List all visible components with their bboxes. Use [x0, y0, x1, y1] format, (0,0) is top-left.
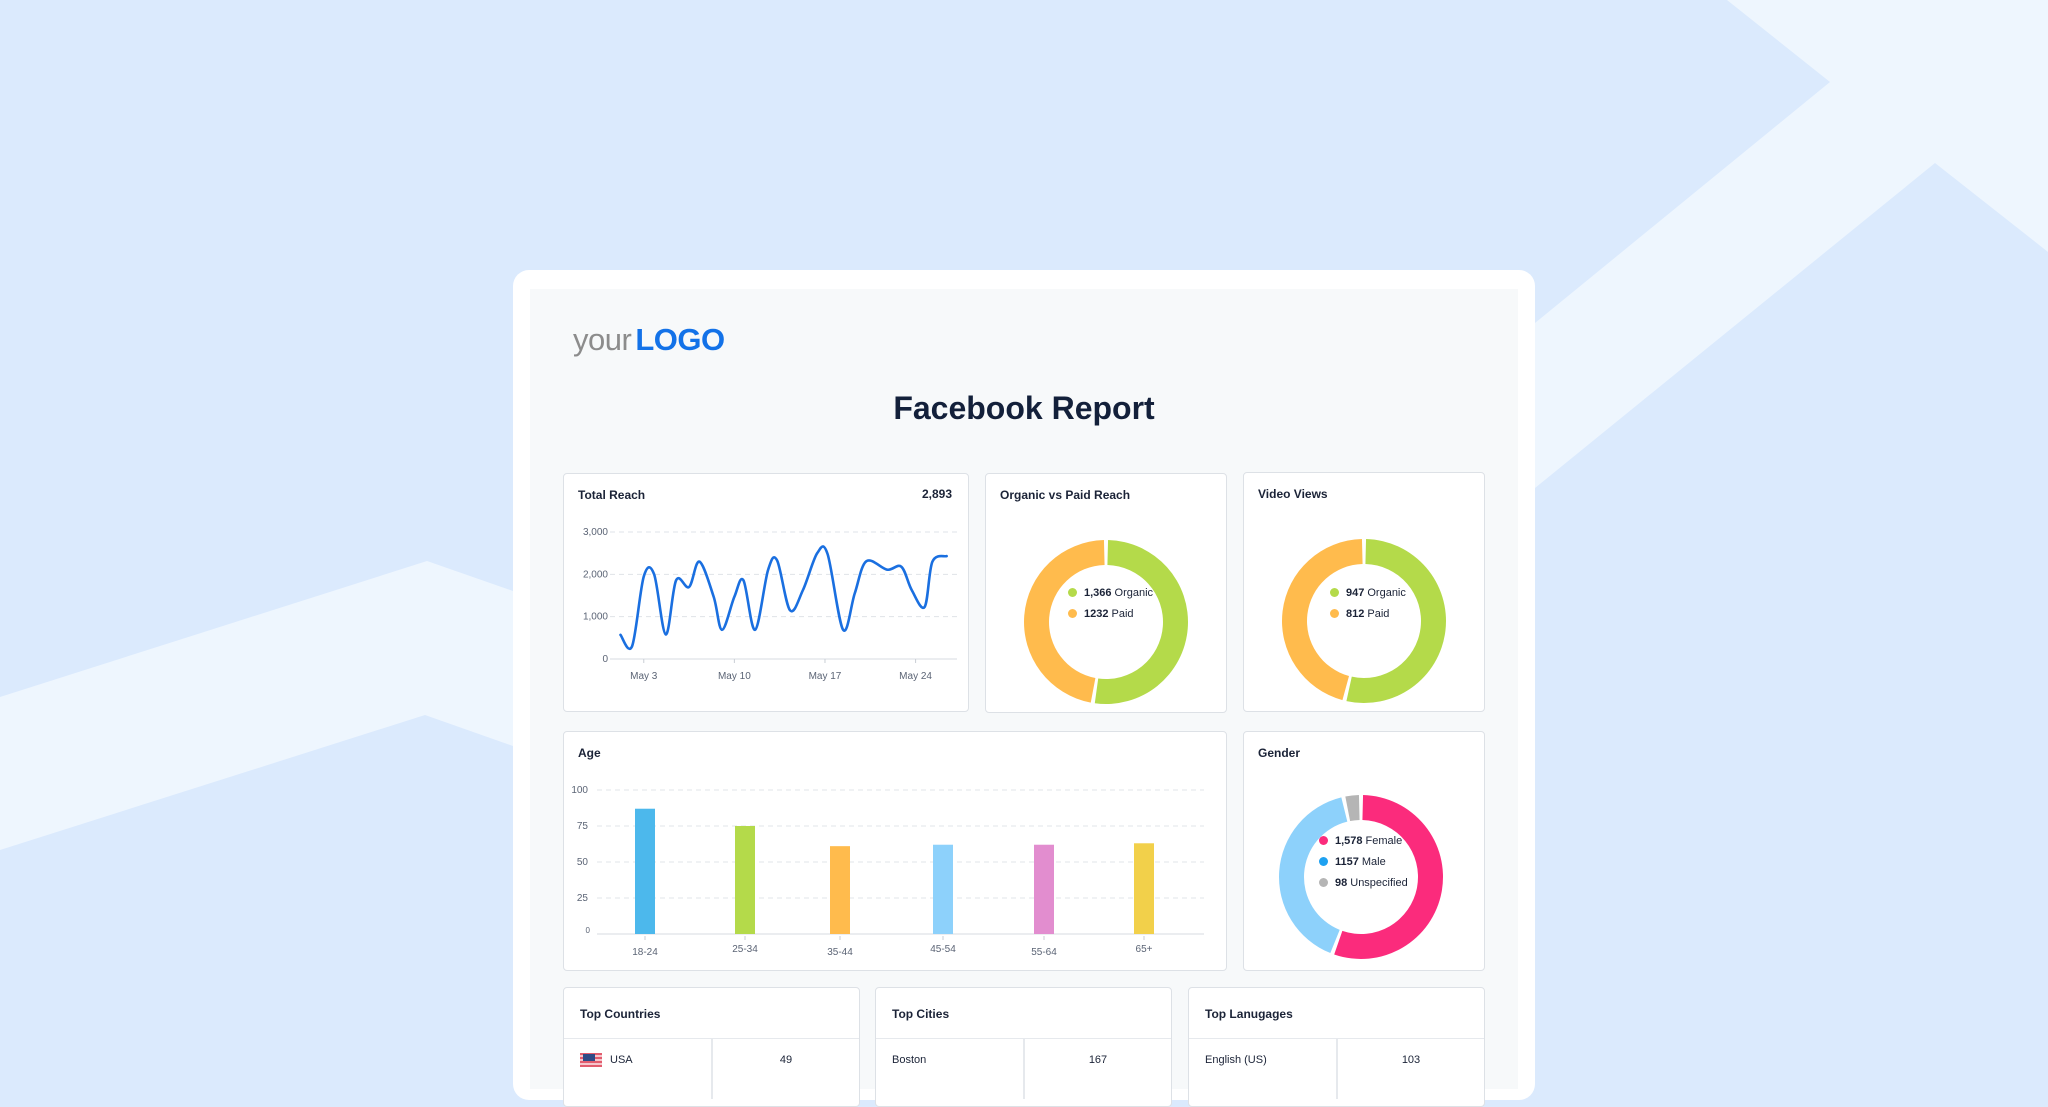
- bar-55-64: [1034, 845, 1054, 934]
- card-title: Top Countries: [580, 1007, 660, 1021]
- x-tick-label: 65+: [1136, 944, 1153, 955]
- bar-65+: [1134, 843, 1154, 934]
- x-tick-label: 18-24: [632, 947, 658, 958]
- legend-item-organic: 947Organic: [1330, 582, 1406, 603]
- unspecified-slice: [1345, 795, 1359, 821]
- paid-dot-icon: [1330, 609, 1339, 618]
- card-title: Age: [578, 746, 601, 760]
- y-tick-label: 25: [577, 893, 589, 904]
- logo: yourLOGO: [573, 322, 725, 358]
- legend: 1,578Female 1157Male 98Unspecified: [1319, 830, 1408, 893]
- organic-dot-icon: [1068, 588, 1077, 597]
- unspecified-dot-icon: [1319, 878, 1328, 887]
- total-reach-card: Total Reach 2,893 0 1,000 2,000 3,000 May 3 M…: [563, 473, 969, 712]
- table-row-name: USA: [580, 1040, 710, 1080]
- legend-item-unspecified: 98Unspecified: [1319, 872, 1408, 893]
- x-tick-label: May 10: [718, 671, 751, 682]
- table-row-name: English (US): [1205, 1040, 1335, 1080]
- x-tick-label: May 17: [809, 671, 842, 682]
- card-title: Total Reach: [578, 488, 645, 502]
- logo-your: your: [573, 322, 631, 357]
- y-tick-label: 2,000: [583, 569, 608, 580]
- y-tick-label: 1,000: [583, 612, 608, 623]
- table-row-name: Boston: [892, 1040, 1022, 1080]
- background-band-right: [1535, 0, 2048, 488]
- gender-card: Gender 1,578Female 1157Male 98Unspecifie…: [1243, 731, 1485, 971]
- x-tick-label: 25-34: [732, 944, 758, 955]
- card-title: Top Cities: [892, 1007, 949, 1021]
- table-header: Top Countries: [564, 988, 859, 1039]
- card-title: Gender: [1258, 746, 1300, 760]
- age-card: Age 0 25 50 75 100 18-24 25-34 35-44 45-54 55-64 6…: [563, 731, 1227, 971]
- background-band-left: [0, 561, 513, 850]
- table-row-value: 167: [1025, 1040, 1171, 1080]
- table-row-value: 103: [1338, 1040, 1484, 1080]
- legend-item-female: 1,578Female: [1319, 830, 1408, 851]
- x-tick-label: 45-54: [930, 944, 956, 955]
- legend: 1,366Organic 1232Paid: [1068, 582, 1153, 624]
- reach-series-line: [620, 546, 946, 648]
- table-row-value: 49: [713, 1040, 859, 1080]
- female-dot-icon: [1319, 836, 1328, 845]
- age-bar-chart: 0 25 50 75 100 18-24 25-34 35-44 45-54 55-64 65+: [564, 768, 1226, 968]
- report-title: Facebook Report: [530, 390, 1518, 427]
- table-header: Top Cities: [876, 988, 1171, 1039]
- y-tick-label: 100: [571, 785, 588, 796]
- logo-brand: LOGO: [635, 322, 724, 357]
- us-flag-icon: [580, 1053, 602, 1067]
- organic-vs-paid-card: Organic vs Paid Reach 1,366Organic 1232P…: [985, 473, 1227, 713]
- y-tick-label: 0: [602, 654, 608, 665]
- x-tick-label: 35-44: [827, 947, 853, 958]
- male-dot-icon: [1319, 857, 1328, 866]
- bar-35-44: [830, 846, 850, 934]
- y-tick-label: 0: [586, 926, 591, 935]
- legend-item-paid: 812Paid: [1330, 603, 1406, 624]
- x-tick-label: 55-64: [1031, 947, 1057, 958]
- y-tick-label: 3,000: [583, 527, 608, 538]
- bar-18-24: [635, 809, 655, 934]
- top-languages-card: Top Lanugages English (US) 103: [1188, 987, 1485, 1107]
- table-header: Top Lanugages: [1189, 988, 1484, 1039]
- y-tick-label: 50: [577, 857, 589, 868]
- card-title: Video Views: [1258, 487, 1328, 501]
- x-tick-label: May 3: [630, 671, 658, 682]
- legend-item-organic: 1,366Organic: [1068, 582, 1153, 603]
- video-views-card: Video Views 947Organic 812Paid: [1243, 472, 1485, 712]
- top-countries-card: Top Countries USA 49: [563, 987, 860, 1107]
- bar-45-54: [933, 845, 953, 934]
- top-cities-card: Top Cities Boston 167: [875, 987, 1172, 1107]
- legend: 947Organic 812Paid: [1330, 582, 1406, 624]
- card-title: Top Lanugages: [1205, 1007, 1293, 1021]
- total-reach-line-chart: 0 1,000 2,000 3,000 May 3 May 10 May 17 May 24: [564, 510, 968, 710]
- legend-item-paid: 1232Paid: [1068, 603, 1153, 624]
- total-reach-value: 2,893: [922, 487, 952, 501]
- y-tick-label: 75: [577, 821, 589, 832]
- legend-item-male: 1157Male: [1319, 851, 1408, 872]
- organic-dot-icon: [1330, 588, 1339, 597]
- card-title: Organic vs Paid Reach: [1000, 488, 1130, 502]
- x-tick-label: May 24: [899, 671, 932, 682]
- bar-25-34: [735, 826, 755, 934]
- paid-dot-icon: [1068, 609, 1077, 618]
